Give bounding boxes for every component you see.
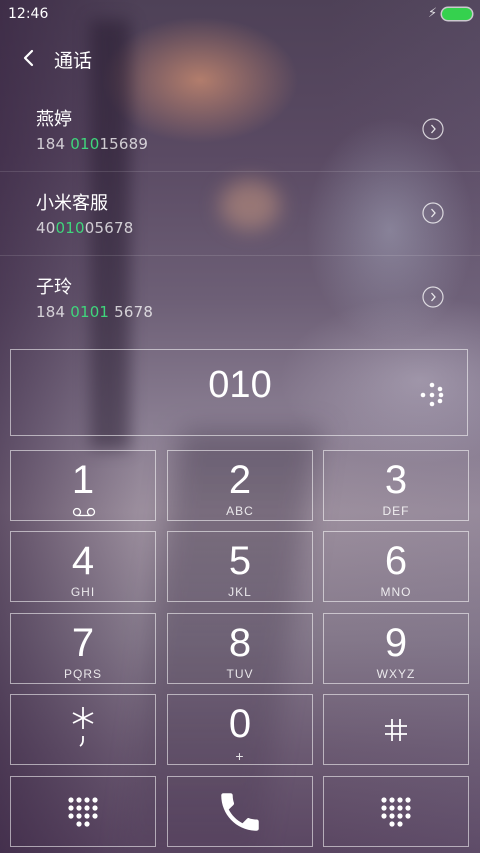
key-letters: TUV	[226, 667, 254, 681]
header: 通话	[0, 38, 480, 78]
key-digit: 9	[384, 621, 408, 665]
key-letters: GHI	[70, 585, 96, 599]
key-7[interactable]: 7 PQRS	[10, 613, 156, 684]
key-digit: 3	[384, 458, 408, 502]
key-9[interactable]: 9 WXYZ	[323, 613, 469, 684]
key-8[interactable]: 8 TUV	[167, 613, 313, 684]
key-0[interactable]: 0 +	[167, 694, 313, 765]
key-letters: MNO	[380, 585, 412, 599]
key-letters: WXYZ	[376, 667, 416, 681]
contact-number: 4001005678	[36, 219, 134, 237]
key-digit: 6	[384, 539, 408, 583]
key-digit: 2	[228, 458, 252, 502]
key-3[interactable]: 3 DEF	[323, 450, 469, 521]
status-time: 12:46	[8, 6, 49, 22]
hash-icon	[385, 718, 407, 741]
contact-name: 燕婷	[36, 109, 72, 130]
key-2[interactable]: 2 ABC	[167, 450, 313, 521]
contact-name: 小米客服	[36, 193, 108, 214]
key-digit: 4	[71, 539, 95, 583]
contact-number: 184 0101 5678	[36, 303, 154, 321]
dialpad-icon	[68, 796, 98, 827]
chevron-right-circle-icon[interactable]	[422, 118, 444, 140]
status-bar: 12:46 ⚡	[0, 0, 480, 30]
dialed-number: 010	[208, 364, 272, 406]
key-digit: 7	[71, 621, 95, 665]
phone-icon	[221, 792, 259, 831]
key-hash[interactable]	[323, 694, 469, 765]
key-6[interactable]: 6 MNO	[323, 531, 469, 602]
dialed-number-display[interactable]: 010	[10, 349, 468, 436]
contact-item[interactable]: 小米客服 4001005678	[0, 171, 480, 256]
dialpad-menu-button[interactable]	[323, 776, 469, 847]
page-title: 通话	[54, 50, 93, 72]
key-4[interactable]: 4 GHI	[10, 531, 156, 602]
contact-number: 184 01015689	[36, 135, 149, 153]
voicemail-icon	[72, 507, 96, 517]
battery-icon	[442, 8, 472, 20]
key-1[interactable]: 1	[10, 450, 156, 521]
key-5[interactable]: 5 JKL	[167, 531, 313, 602]
key-digit: 0	[228, 702, 252, 746]
key-letters: ABC	[226, 504, 254, 518]
key-letters: DEF	[382, 504, 410, 518]
bolt-icon: ⚡	[428, 6, 438, 21]
key-digit: 5	[228, 539, 252, 583]
call-button[interactable]	[167, 776, 313, 847]
key-digit: 1	[71, 458, 95, 502]
key-star[interactable]	[10, 694, 156, 765]
asterisk-icon	[72, 707, 94, 748]
chevron-right-circle-icon[interactable]	[422, 202, 444, 224]
chevron-right-circle-icon[interactable]	[422, 286, 444, 308]
dialpad-toggle-button[interactable]	[10, 776, 156, 847]
contact-item[interactable]: 燕婷 184 01015689	[0, 87, 480, 172]
dialpad-icon	[381, 796, 411, 827]
chevron-left-icon[interactable]	[18, 46, 42, 70]
key-letters: +	[235, 748, 245, 764]
contact-name: 子玲	[36, 277, 72, 298]
dots-menu-icon[interactable]	[416, 379, 448, 411]
key-letters: PQRS	[63, 667, 102, 681]
key-digit: 8	[228, 621, 252, 665]
contact-item[interactable]: 子玲 184 0101 5678	[0, 255, 480, 339]
key-letters: JKL	[228, 585, 252, 599]
